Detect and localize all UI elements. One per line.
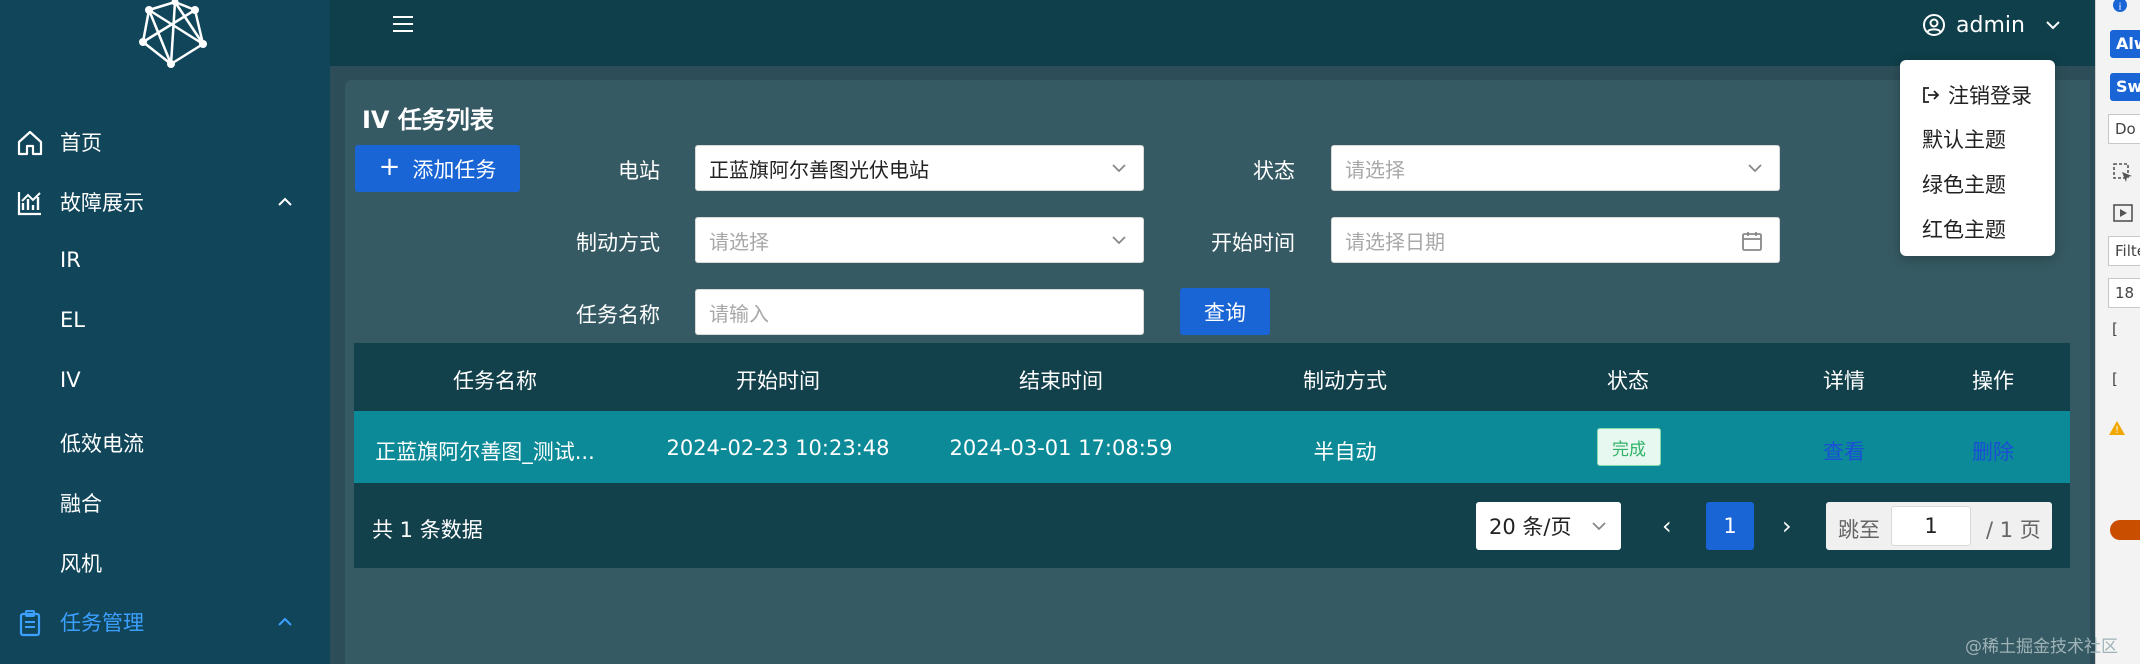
devtools-button[interactable]: Swi [2110,73,2140,101]
page-jumper: 跳至 1 / 1 页 [1826,502,2052,550]
user-menu-trigger[interactable]: admin [1922,10,2061,40]
start-time-cell: 2024-02-23 10:23:48 [666,436,890,460]
method-select[interactable]: 请选择 [695,217,1144,263]
devtools-button[interactable]: Alw [2110,30,2140,58]
task-name-input[interactable]: 请输入 [695,289,1144,335]
user-icon [1923,14,1945,36]
svg-text:i: i [2119,2,2122,13]
chevron-down-icon [1748,164,1762,173]
sidebar-item-fusion[interactable]: 融合 [60,488,102,518]
page-title: IV 任务列表 [362,106,494,134]
method-label: 制动方式 [576,231,660,255]
column-header: 开始时间 [736,369,820,393]
delete-link[interactable]: 删除 [1972,436,2014,466]
start-date-picker[interactable]: 请选择日期 [1331,217,1780,263]
column-header: 详情 [1823,369,1865,393]
menu-item-logout[interactable]: 注销登录 [1922,80,2032,110]
prev-page-icon[interactable]: ‹ [1662,512,1672,540]
status-badge: 完成 [1597,428,1661,466]
sidebar-item-ir[interactable]: IR [60,248,81,272]
query-button[interactable]: 查询 [1180,288,1270,335]
play-icon[interactable] [2112,202,2134,224]
current-page-button[interactable]: 1 [1706,502,1754,550]
chevron-down-icon [1112,236,1126,245]
clipboard-icon [19,610,41,637]
username: admin [1956,12,2025,38]
chevron-down-icon [1112,164,1126,173]
column-header: 操作 [1972,369,2014,393]
jump-label: 跳至 [1838,518,1880,542]
total-count: 共 1 条数据 [372,518,483,542]
chevron-up-icon [278,197,292,206]
logout-icon [1923,87,1940,103]
sidebar-item-fault-display[interactable]: 故障展示 [0,172,330,232]
method-cell: 半自动 [1313,440,1377,464]
logo-icon [139,0,207,68]
jump-input[interactable]: 1 [1891,506,1971,546]
topbar [330,0,2095,66]
station-label: 电站 [618,159,660,183]
chart-icon [17,192,41,216]
view-link[interactable]: 查看 [1823,436,1865,466]
devtools-field[interactable]: Do [2108,114,2140,144]
column-header: 结束时间 [1019,369,1103,393]
sidebar-item-task-management[interactable]: 任务管理 [0,592,330,652]
page-size-select[interactable]: 20 条/页 [1476,502,1621,550]
menu-item-red-theme[interactable]: 红色主题 [1922,214,2006,244]
chevron-up-icon [278,617,292,626]
task-name-cell: 正蓝旗阿尔善图_测试... [375,440,595,464]
table-header [354,343,2070,411]
sidebar-item-label: 首页 [60,131,102,155]
log-bracket: [ [2112,370,2118,388]
menu-item-green-theme[interactable]: 绿色主题 [1922,169,2006,199]
sidebar-item-home[interactable]: 首页 [0,112,330,172]
menu-toggle-icon[interactable] [392,14,414,34]
total-pages: / 1 页 [1986,518,2041,542]
table-footer [354,483,2070,568]
task-name-label: 任务名称 [576,303,660,327]
end-time-cell: 2024-03-01 17:08:59 [949,436,1173,460]
add-task-button[interactable]: + 添加任务 [355,145,520,192]
devtools-panel: i Alw Swi Do Filte 18 [ [ ! [2095,0,2140,664]
plus-icon: + [378,152,401,182]
chevron-down-icon [2046,21,2060,30]
info-icon: i [2113,0,2127,13]
home-icon [17,130,43,156]
sidebar: 首页 故障展示 IR EL IV 低效电流 融合 风机 任务管理 [0,0,330,664]
status-label: 状态 [1253,159,1295,183]
sidebar-item-wind[interactable]: 风机 [60,548,102,578]
user-dropdown-menu: 注销登录 默认主题 绿色主题 红色主题 [1900,60,2055,256]
station-select[interactable]: 正蓝旗阿尔善图光伏电站 [695,145,1144,191]
watermark: @稀土掘金技术社区 [1965,637,2118,657]
table-row [354,411,2070,483]
sidebar-item-label: 故障展示 [60,191,144,215]
column-header: 制动方式 [1303,369,1387,393]
devtools-record-pill [2110,520,2140,540]
sidebar-item-el[interactable]: EL [60,308,85,332]
sidebar-item-iv[interactable]: IV [60,368,81,392]
inspect-icon[interactable] [2112,162,2134,184]
log-bracket: [ [2112,320,2118,338]
sidebar-item-low-current[interactable]: 低效电流 [60,428,144,458]
column-header: 状态 [1607,369,1649,393]
chevron-down-icon [1592,522,1606,531]
menu-item-default-theme[interactable]: 默认主题 [1922,124,2006,154]
column-header: 任务名称 [453,369,537,393]
svg-text:!: ! [2115,425,2119,436]
warning-icon: ! [2109,421,2125,436]
calendar-icon [1742,232,1762,251]
next-page-icon[interactable]: › [1782,512,1792,540]
status-select[interactable]: 请选择 [1331,145,1780,191]
devtools-filter-input[interactable]: Filte [2108,236,2140,266]
sidebar-item-label: 任务管理 [60,611,144,635]
devtools-count: 18 [2108,278,2140,308]
start-time-label: 开始时间 [1211,231,1295,255]
